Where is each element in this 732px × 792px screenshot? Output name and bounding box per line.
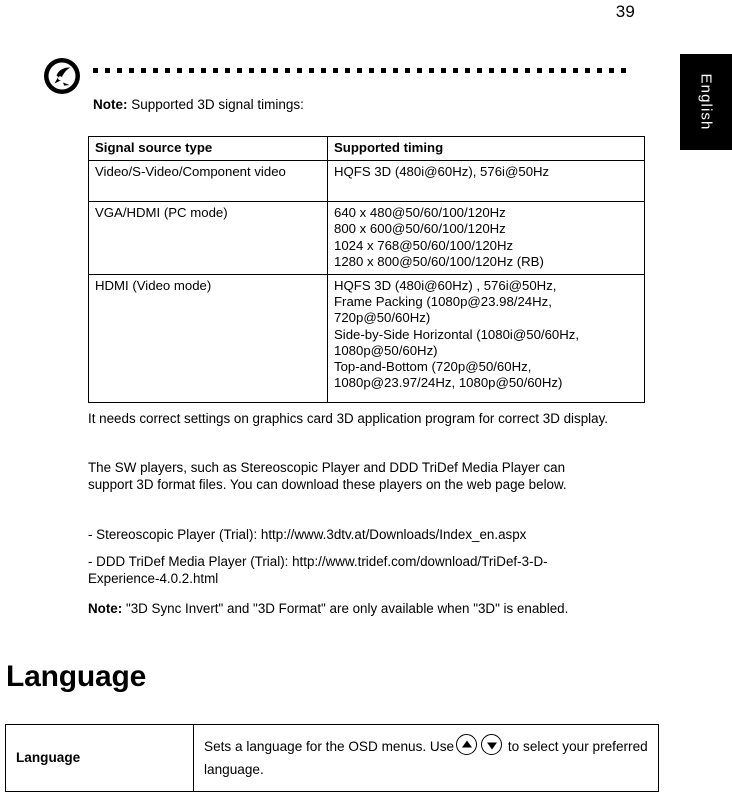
cell-setting-description-language: Sets a language for the OSD menus. Use t… bbox=[193, 724, 659, 792]
description-text-before: Sets a language for the OSD menus. Use bbox=[204, 739, 455, 754]
table-row: HDMI (Video mode) HQFS 3D (480i@60Hz) , … bbox=[88, 274, 645, 404]
page-title: Language bbox=[6, 660, 147, 693]
supported-3d-timings-table: Signal source type Supported timing Vide… bbox=[88, 135, 645, 404]
table-header-row: Signal source type Supported timing bbox=[88, 135, 645, 162]
cell-timing-vga-hdmi-pc: 640 x 480@50/60/100/120Hz 800 x 600@50/6… bbox=[327, 201, 645, 276]
note-2-label: Note: bbox=[88, 601, 123, 616]
link-tridef-media-player[interactable]: - DDD TriDef Media Player (Trial): http:… bbox=[88, 553, 608, 587]
cell-timing-video: HQFS 3D (480i@60Hz), 576i@50Hz bbox=[327, 160, 645, 203]
table-row: Language Sets a language for the OSD men… bbox=[5, 724, 659, 792]
note-dashed-divider bbox=[93, 68, 629, 73]
note-label: Note: bbox=[93, 97, 128, 112]
table-row: Video/S-Video/Component video HQFS 3D (4… bbox=[88, 160, 645, 203]
acer-note-pen-icon bbox=[42, 56, 82, 96]
column-header-signal-source: Signal source type bbox=[88, 135, 328, 162]
language-setting-table: Language Sets a language for the OSD men… bbox=[5, 724, 659, 792]
table-row: VGA/HDMI (PC mode) 640 x 480@50/60/100/1… bbox=[88, 201, 645, 276]
paragraph-sw-players: The SW players, such as Stereoscopic Pla… bbox=[88, 460, 567, 492]
cell-source-vga-hdmi-pc: VGA/HDMI (PC mode) bbox=[88, 201, 328, 276]
note-2-text: "3D Sync Invert" and "3D Format" are onl… bbox=[125, 601, 569, 616]
side-language-tab-label: English bbox=[697, 73, 715, 131]
note-line: Note: Supported 3D signal timings: bbox=[93, 96, 304, 113]
column-header-supported-timing: Supported timing bbox=[327, 135, 645, 162]
note-3d-sync-invert: Note: "3D Sync Invert" and "3D Format" a… bbox=[88, 600, 608, 617]
cell-source-hdmi-video: HDMI (Video mode) bbox=[88, 274, 328, 404]
cell-timing-hdmi-video: HQFS 3D (480i@60Hz) , 576i@50Hz, Frame P… bbox=[327, 274, 645, 404]
note-text: Supported 3D signal timings: bbox=[131, 97, 304, 112]
side-language-tab: English bbox=[680, 54, 732, 150]
cell-source-video: Video/S-Video/Component video bbox=[88, 160, 328, 203]
link-stereoscopic-player[interactable]: - Stereoscopic Player (Trial): http://ww… bbox=[88, 526, 608, 543]
page-number: 39 bbox=[615, 2, 635, 21]
cell-setting-name-language: Language bbox=[5, 724, 194, 792]
paragraph-graphics-card-note: It needs correct settings on graphics ca… bbox=[88, 411, 608, 426]
arrow-up-icon[interactable] bbox=[456, 734, 478, 755]
arrow-down-icon[interactable] bbox=[481, 734, 503, 755]
